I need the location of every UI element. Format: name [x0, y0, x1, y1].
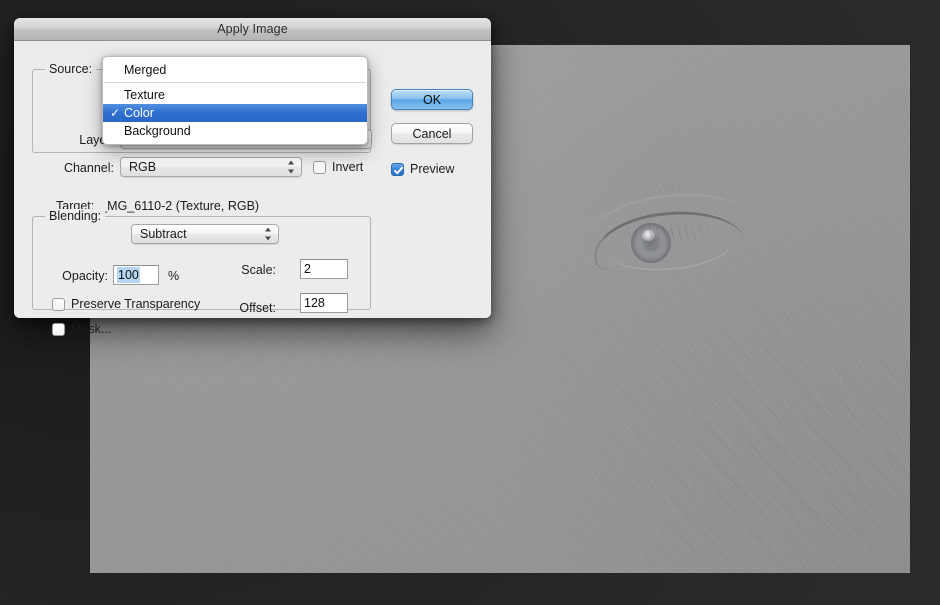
preview-checkbox-row[interactable]: Preview	[391, 162, 454, 176]
menu-item-label: Merged	[124, 63, 167, 77]
iris	[631, 223, 671, 263]
scale-label: Scale:	[241, 263, 276, 277]
blend-mode-popup-button[interactable]: Subtract	[131, 224, 279, 244]
ok-button[interactable]: OK	[391, 89, 473, 110]
preserve-transparency-label: Preserve Transparency	[71, 297, 201, 311]
invert-checkbox-row[interactable]: Invert	[313, 160, 363, 174]
layer-dropdown-menu[interactable]: Merged Texture ✓ Color Background	[102, 56, 368, 145]
preview-checkbox[interactable]	[391, 162, 404, 176]
ok-button-label: OK	[422, 92, 442, 107]
updown-arrows-icon	[264, 227, 271, 241]
invert-label: Invert	[332, 160, 364, 174]
blend-mode-value: Subtract	[140, 227, 187, 241]
opacity-label: Opacity:	[62, 269, 108, 283]
pupil	[643, 235, 660, 252]
mask-label: Mask...	[71, 322, 112, 336]
scale-value: 2	[304, 262, 311, 276]
offset-input[interactable]: 128	[300, 293, 348, 313]
canvas-eye-detail	[577, 158, 761, 290]
catchlight	[642, 230, 655, 241]
percent-sign: %	[168, 269, 180, 283]
opacity-value: 100	[117, 267, 140, 283]
channel-popup-value: RGB	[129, 160, 157, 174]
eyebrow	[577, 158, 761, 212]
menu-item-label: Background	[124, 124, 191, 138]
screen: Apply Image Source: Layer: Color Channel…	[0, 0, 940, 605]
channel-popup-button[interactable]: RGB	[120, 157, 302, 177]
blending-group-legend: Blending:	[45, 209, 106, 223]
upper-eyelid	[590, 202, 748, 279]
menu-item-label: Texture	[124, 88, 165, 102]
updown-arrows-icon	[287, 160, 294, 174]
channel-label: Channel:	[63, 161, 114, 175]
menu-separator	[104, 82, 366, 83]
target-value: _MG_6110-2 (Texture, RGB)	[100, 199, 260, 213]
menu-checkmark-icon: ✓	[110, 106, 121, 120]
scale-input[interactable]: 2	[300, 259, 348, 279]
mask-row[interactable]: Mask...	[52, 322, 111, 336]
menu-item-label: Color	[124, 106, 154, 120]
preserve-transparency-row[interactable]: Preserve Transparency	[52, 297, 200, 311]
dialog-titlebar[interactable]: Apply Image	[14, 18, 491, 41]
cancel-button[interactable]: Cancel	[391, 123, 473, 144]
eyelid-crease	[581, 182, 753, 262]
eyelashes	[587, 200, 747, 240]
opacity-input[interactable]: 100	[113, 265, 159, 285]
source-group-legend: Source:	[45, 62, 97, 76]
menu-item-texture[interactable]: Texture	[103, 86, 367, 104]
lower-eyelid	[605, 228, 735, 276]
apply-image-dialog: Apply Image Source: Layer: Color Channel…	[14, 18, 491, 336]
menu-item-background[interactable]: Background	[103, 122, 367, 140]
invert-checkbox[interactable]	[313, 160, 326, 174]
mask-checkbox[interactable]	[52, 322, 65, 336]
dialog-title: Apply Image	[217, 22, 288, 36]
preserve-transparency-checkbox[interactable]	[52, 297, 65, 311]
offset-value: 128	[304, 296, 325, 310]
preview-label: Preview	[410, 162, 455, 176]
offset-label: Offset:	[239, 301, 276, 315]
menu-item-merged[interactable]: Merged	[103, 61, 367, 79]
cancel-button-label: Cancel	[412, 126, 452, 141]
menu-item-color[interactable]: ✓ Color	[103, 104, 367, 122]
